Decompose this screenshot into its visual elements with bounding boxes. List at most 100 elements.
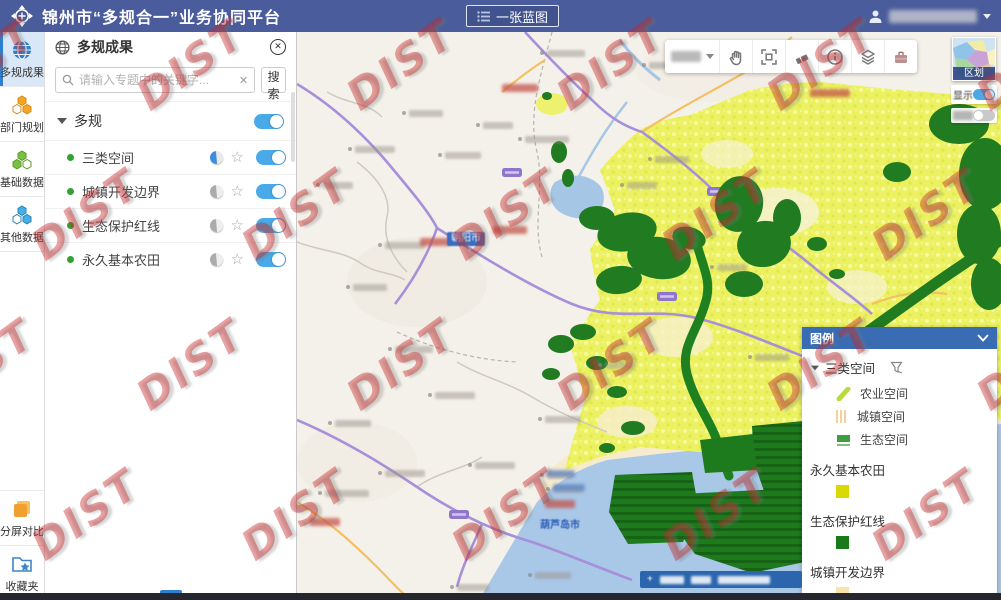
- layer-row-yongjiu-farmland[interactable]: 永久基本农田 ☆: [45, 242, 296, 276]
- legend-header[interactable]: 图例: [802, 327, 997, 349]
- legend-group-row[interactable]: 三类空间: [810, 355, 989, 382]
- globe-icon: [11, 39, 33, 61]
- town-dot: [476, 123, 480, 127]
- blueprint-button[interactable]: 一张蓝图: [466, 5, 559, 27]
- cubes-icon: [11, 94, 33, 116]
- town-label-blurred: [385, 242, 425, 249]
- red-label-blurred: [493, 226, 527, 234]
- red-label-blurred: [310, 518, 340, 526]
- opacity-icon[interactable]: [208, 150, 224, 166]
- layer-panel-header: 多规成果 ✕: [45, 32, 296, 62]
- town-dot: [428, 393, 432, 397]
- red-label-blurred: [810, 89, 850, 97]
- attribution-text-blurred: [660, 576, 684, 584]
- layers-button[interactable]: [851, 40, 884, 73]
- sidebar-item-split-compare[interactable]: 分屏对比: [0, 490, 44, 545]
- map-toolbar: [665, 40, 917, 73]
- town-dot: [710, 265, 714, 269]
- user-menu[interactable]: [868, 0, 991, 32]
- town-dot: [438, 153, 442, 157]
- map-viewport[interactable]: 朝阳市 葫芦岛市: [297, 32, 1001, 600]
- town-dot: [348, 147, 352, 151]
- town-dot: [450, 585, 454, 589]
- toolbox-briefcase-icon: [892, 48, 910, 66]
- clear-search-icon[interactable]: ✕: [239, 74, 248, 87]
- layer-row-chengzhen-boundary[interactable]: 城镇开发边界 ☆: [45, 174, 296, 208]
- town-dot: [538, 417, 542, 421]
- toolbox-button[interactable]: [884, 40, 917, 73]
- sidebar-item-multiplan-results[interactable]: 多规成果: [0, 32, 44, 87]
- layer-toggle[interactable]: [256, 150, 286, 165]
- sidebar-item-basic-data[interactable]: 基础数据: [0, 142, 44, 197]
- show-label: 显示: [953, 87, 973, 102]
- user-icon: [868, 9, 883, 24]
- layer-row-shengtai-redline[interactable]: 生态保护红线 ☆: [45, 208, 296, 242]
- district-label-blurred: [553, 484, 585, 491]
- town-dot: [642, 63, 646, 67]
- town-dot: [546, 487, 550, 491]
- second-toggle[interactable]: [973, 110, 995, 121]
- info-button[interactable]: [818, 40, 851, 73]
- basemap-thumbnail-label: 区划: [953, 67, 995, 80]
- map-city-label: 葫芦岛市: [540, 516, 580, 531]
- layer-row-sanlei[interactable]: 三类空间 ☆: [45, 140, 296, 174]
- town-label-blurred: [457, 584, 489, 591]
- favorite-star-icon[interactable]: ☆: [231, 184, 244, 199]
- pan-tool-button[interactable]: [719, 40, 752, 73]
- layer-group-row[interactable]: 多规: [45, 101, 296, 140]
- search-input[interactable]: [79, 73, 234, 87]
- group-toggle[interactable]: [254, 114, 284, 129]
- favorite-star-icon[interactable]: ☆: [231, 252, 244, 267]
- layer-toggle[interactable]: [256, 184, 286, 199]
- dropdown-label-blurred: [671, 51, 701, 62]
- close-icon[interactable]: ✕: [270, 39, 286, 55]
- town-dot: [378, 243, 382, 247]
- town-dot: [598, 363, 602, 367]
- agriculture-swatch: [836, 387, 851, 401]
- legend-section-label: 生态保护红线: [810, 502, 989, 534]
- collapse-chevron-icon[interactable]: [977, 334, 989, 342]
- panel-scrollbar[interactable]: [291, 92, 295, 162]
- sidebar-item-label: 多规成果: [0, 64, 44, 80]
- legend-item-label: 城镇空间: [857, 408, 905, 425]
- sidebar-item-label: 部门规划: [0, 119, 44, 135]
- favorite-star-icon[interactable]: ☆: [231, 218, 244, 233]
- cubes-icon: [11, 204, 33, 226]
- full-extent-button[interactable]: [752, 40, 785, 73]
- town-label-blurred: [435, 392, 475, 399]
- sidebar-item-department-planning[interactable]: 部门规划: [0, 87, 44, 142]
- legend-section-label: 永久基本农田: [810, 451, 989, 483]
- favorite-star-icon[interactable]: ☆: [231, 150, 244, 165]
- attribution-text-blurred: [718, 576, 770, 584]
- search-icon: [62, 74, 74, 86]
- eraser-icon: [793, 48, 811, 66]
- basemap-thumbnail[interactable]: 区划: [952, 37, 996, 81]
- opacity-icon[interactable]: [208, 252, 224, 268]
- layers-icon: [859, 48, 877, 66]
- search-button[interactable]: 搜索: [261, 67, 286, 93]
- redline-swatch: [836, 536, 849, 549]
- sidebar-item-favorites[interactable]: 收藏夹: [0, 545, 44, 600]
- district-label-blurred: [547, 470, 575, 477]
- panel-title: 多规成果: [77, 37, 133, 57]
- layer-toggle[interactable]: [256, 252, 286, 267]
- globe-icon: [55, 40, 70, 55]
- basemap-dropdown[interactable]: [665, 40, 719, 73]
- rail-spacer: [0, 252, 44, 490]
- town-dot: [468, 463, 472, 467]
- map-attribution-bar: +: [640, 571, 802, 588]
- filter-funnel-icon[interactable]: [890, 361, 903, 374]
- show-toggle[interactable]: [973, 89, 995, 100]
- left-nav-rail: 多规成果 部门规划 基础数据: [0, 32, 45, 600]
- layer-toggle[interactable]: [256, 218, 286, 233]
- sidebar-item-other-data[interactable]: 其他数据: [0, 197, 44, 252]
- town-label-blurred: [525, 136, 569, 143]
- town-dot: [316, 183, 320, 187]
- erase-button[interactable]: [785, 40, 818, 73]
- layer-status-dot: [67, 154, 74, 161]
- red-label-blurred: [502, 84, 538, 92]
- legend-section-label: 城镇开发边界: [810, 553, 989, 585]
- opacity-icon[interactable]: [208, 218, 224, 234]
- opacity-icon[interactable]: [208, 184, 224, 200]
- legend-group-label: 三类空间: [825, 358, 875, 377]
